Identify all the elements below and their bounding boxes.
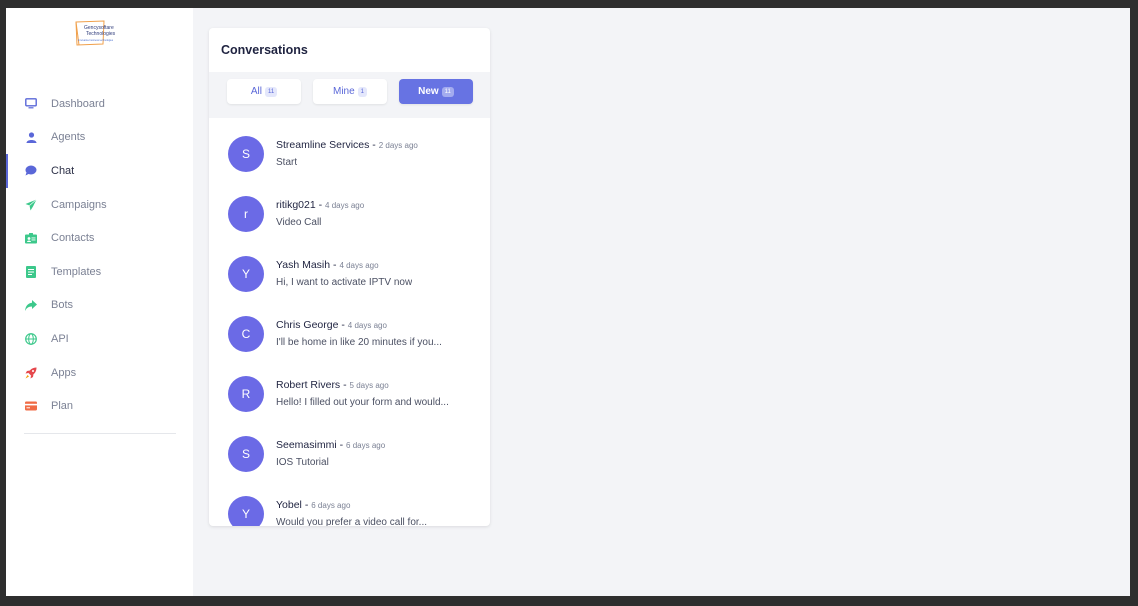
filter-all-button[interactable]: All 11: [227, 79, 301, 104]
share-arrow-icon: [24, 298, 38, 312]
contact-name: Streamline Services: [276, 139, 370, 151]
company-logo[interactable]: Gencysoftare Technologies Innovative bus…: [74, 20, 124, 48]
conversation-time: 5 days ago: [349, 381, 389, 390]
sidebar-item-label: Apps: [51, 366, 77, 379]
conversation-time: 2 days ago: [378, 141, 418, 150]
avatar: C: [228, 316, 264, 352]
rocket-icon: [24, 366, 38, 380]
contact-name: ritikg021: [276, 199, 316, 211]
sidebar-item-templates[interactable]: Templates: [6, 255, 193, 289]
contact-name: Yash Masih: [276, 259, 331, 271]
sidebar-item-agents[interactable]: Agents: [6, 121, 193, 155]
conversation-time: 6 days ago: [311, 501, 351, 510]
conversation-item[interactable]: S Seemasimmi - 6 days ago IOS Tutorial: [209, 418, 490, 478]
sidebar-item-label: Templates: [51, 265, 102, 278]
filter-mine-button[interactable]: Mine 1: [313, 79, 387, 104]
conversation-header: Streamline Services - 2 days ago: [276, 139, 418, 151]
sidebar-item-label: API: [51, 332, 69, 345]
conversation-header: Seemasimmi - 6 days ago: [276, 439, 386, 451]
filter-new-button[interactable]: New 11: [399, 79, 473, 104]
filter-label: New: [418, 86, 439, 97]
contact-name: Yobel: [276, 499, 302, 511]
sidebar-item-label: Campaigns: [51, 198, 107, 211]
conversation-item[interactable]: S Streamline Services - 2 days ago Start: [209, 118, 490, 178]
app-window: Gencysoftare Technologies Innovative bus…: [6, 8, 1130, 596]
filter-count-badge: 11: [264, 86, 278, 97]
avatar: r: [228, 196, 264, 232]
conversation-preview: I'll be home in like 20 minutes if you..…: [276, 337, 442, 348]
sidebar-item-bots[interactable]: Bots: [6, 289, 193, 323]
conversation-item[interactable]: Y Yobel - 6 days ago Would you prefer a …: [209, 478, 490, 526]
credit-card-icon: [24, 399, 38, 413]
conversation-list[interactable]: S Streamline Services - 2 days ago Start…: [209, 118, 490, 526]
contact-card-icon: [24, 231, 38, 245]
logo-tagline: Innovative business technologies: [78, 39, 114, 42]
conversation-preview: Video Call: [276, 217, 322, 228]
conversation-item[interactable]: Y Yash Masih - 4 days ago Hi, I want to …: [209, 238, 490, 298]
logo-text-line2: Technologies: [86, 31, 116, 37]
conversation-time: 4 days ago: [347, 321, 387, 330]
sidebar-item-label: Agents: [51, 131, 86, 144]
conversation-item[interactable]: r ritikg021 - 4 days ago Video Call: [209, 178, 490, 238]
conversations-panel: Conversations All 11 Mine 1 New 11 S Str…: [209, 28, 490, 526]
contact-name: Chris George: [276, 319, 339, 331]
sidebar-divider: [24, 433, 176, 434]
sidebar-item-label: Dashboard: [51, 97, 105, 110]
conversation-header: Robert Rivers - 5 days ago: [276, 379, 389, 391]
monitor-icon: [24, 97, 38, 111]
user-icon: [24, 130, 38, 144]
conversation-filters: All 11 Mine 1 New 11: [209, 72, 490, 118]
sidebar-item-contacts[interactable]: Contacts: [6, 221, 193, 255]
conversation-header: Chris George - 4 days ago: [276, 319, 387, 331]
sidebar-item-campaigns[interactable]: Campaigns: [6, 188, 193, 222]
sidebar-item-api[interactable]: API: [6, 322, 193, 356]
conversation-item[interactable]: C Chris George - 4 days ago I'll be home…: [209, 298, 490, 358]
conversation-time: 4 days ago: [339, 261, 379, 270]
contact-name: Seemasimmi: [276, 439, 337, 451]
sidebar-item-plan[interactable]: Plan: [6, 389, 193, 423]
document-icon: [24, 265, 38, 279]
sidebar-item-apps[interactable]: Apps: [6, 356, 193, 390]
sidebar-item-label: Chat: [51, 164, 75, 177]
chat-bubble-icon: [24, 164, 38, 178]
filter-count-badge: 11: [441, 86, 454, 97]
paper-plane-icon: [24, 198, 38, 212]
sidebar-item-chat[interactable]: Chat: [6, 154, 193, 188]
filter-count-badge: 1: [357, 86, 368, 97]
sidebar: Gencysoftare Technologies Innovative bus…: [6, 8, 193, 596]
conversation-header: Yobel - 6 days ago: [276, 499, 351, 511]
conversation-preview: Hi, I want to activate IPTV now: [276, 277, 413, 288]
conversation-preview: Start: [276, 157, 298, 168]
conversation-header: ritikg021 - 4 days ago: [276, 199, 365, 211]
conversation-time: 4 days ago: [325, 201, 365, 210]
conversation-header: Yash Masih - 4 days ago: [276, 259, 379, 271]
conversation-item[interactable]: R Robert Rivers - 5 days ago Hello! I fi…: [209, 358, 490, 418]
contact-name: Robert Rivers: [276, 379, 341, 391]
conversation-preview: Would you prefer a video call for...: [276, 517, 428, 526]
conversation-preview: Hello! I filled out your form and would.…: [276, 397, 449, 408]
sidebar-item-label: Plan: [51, 400, 74, 413]
conversation-preview: IOS Tutorial: [276, 457, 329, 468]
filter-label: All: [250, 86, 262, 97]
filter-label: Mine: [332, 86, 355, 97]
conversation-time: 6 days ago: [346, 441, 386, 450]
globe-icon: [24, 332, 38, 346]
avatar: Y: [228, 256, 264, 292]
sidebar-item-dashboard[interactable]: Dashboard: [6, 87, 193, 121]
sidebar-nav: Dashboard Agents Chat Campaigns Contacts…: [6, 87, 193, 423]
avatar: Y: [228, 496, 264, 526]
sidebar-item-label: Contacts: [51, 232, 95, 245]
avatar: R: [228, 376, 264, 412]
panel-title: Conversations: [221, 43, 308, 57]
sidebar-item-label: Bots: [51, 299, 74, 312]
avatar: S: [228, 136, 264, 172]
avatar: S: [228, 436, 264, 472]
